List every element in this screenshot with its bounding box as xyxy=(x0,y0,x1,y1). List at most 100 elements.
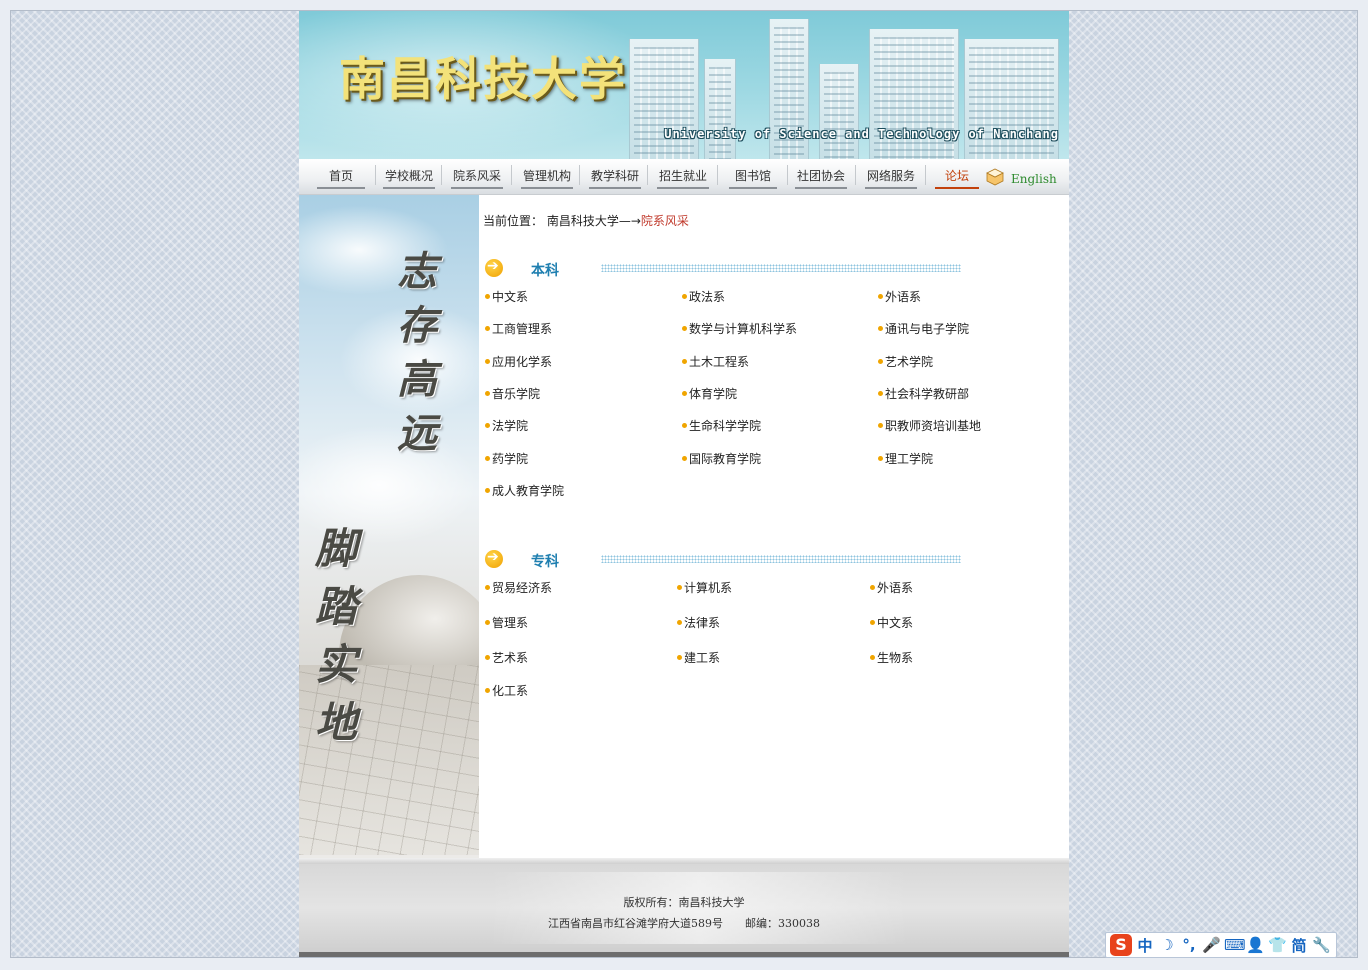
main-nav: 首页 学校概况 院系风采 管理机构 教学科研 招生就业 图书馆 社团协会 网络服… xyxy=(299,159,1069,195)
dept-link[interactable]: 外语系 xyxy=(870,579,913,596)
dept-label: 艺术系 xyxy=(492,651,529,665)
dept-link[interactable]: 法律系 xyxy=(677,614,720,631)
calligraphy-top: 志存高远 xyxy=(397,248,437,457)
dept-link[interactable]: 生命科学学院 xyxy=(682,417,761,434)
bullet-icon xyxy=(878,456,883,461)
dept-link[interactable]: 社会科学教研部 xyxy=(878,385,969,402)
breadcrumb-root[interactable]: 南昌科技大学 xyxy=(547,214,619,228)
dept-link[interactable]: 工商管理系 xyxy=(485,320,552,337)
chinese-mode-icon[interactable]: 中 xyxy=(1136,935,1154,956)
dept-label: 工商管理系 xyxy=(492,322,553,336)
section-header-college: 专科 xyxy=(483,548,963,570)
banner-building xyxy=(964,39,1059,159)
arrow-icon xyxy=(485,549,503,568)
moon-icon[interactable]: ☽ xyxy=(1158,936,1176,954)
address-text: 江西省南昌市红谷滩学府大道589号 邮编：330038 xyxy=(548,917,820,930)
nav-divider xyxy=(717,165,718,185)
nav-teaching-research[interactable]: 教学科研 xyxy=(589,167,641,189)
dept-link[interactable]: 体育学院 xyxy=(682,385,737,402)
nav-divider xyxy=(855,165,856,185)
dept-label: 法学院 xyxy=(492,419,529,433)
dept-link[interactable]: 政法系 xyxy=(682,288,725,305)
bullet-icon xyxy=(485,359,490,364)
dept-link[interactable]: 贸易经济系 xyxy=(485,579,552,596)
sogou-logo-icon[interactable]: S xyxy=(1110,934,1132,956)
punctuation-icon[interactable]: °, xyxy=(1180,936,1198,954)
bullet-icon xyxy=(485,326,490,331)
section-header-undergrad: 本科 xyxy=(483,257,963,279)
dept-label: 应用化学系 xyxy=(492,355,553,369)
dept-label: 艺术学院 xyxy=(885,355,934,369)
bullet-icon xyxy=(878,294,883,299)
dept-link[interactable]: 成人教育学院 xyxy=(485,482,564,499)
dept-label: 生物系 xyxy=(877,651,914,665)
english-link[interactable]: English xyxy=(1011,172,1057,186)
breadcrumb-arrow: —→ xyxy=(618,214,641,228)
dept-label: 外语系 xyxy=(877,581,914,595)
dept-label: 中文系 xyxy=(492,290,529,304)
dept-link[interactable]: 应用化学系 xyxy=(485,353,552,370)
nav-network-services[interactable]: 网络服务 xyxy=(865,167,917,189)
nav-departments[interactable]: 院系风采 xyxy=(451,167,503,189)
dept-label: 音乐学院 xyxy=(492,387,541,401)
nav-library[interactable]: 图书馆 xyxy=(729,167,777,189)
nav-home[interactable]: 首页 xyxy=(317,167,365,189)
ime-toolbar: S 中 ☽ °, 🎤 ⌨ 👤 👕 简 🔧 xyxy=(1105,932,1337,958)
nav-forum[interactable]: 论坛 xyxy=(935,167,979,189)
dept-link[interactable]: 土木工程系 xyxy=(682,353,749,370)
simplified-mode-icon[interactable]: 简 xyxy=(1290,935,1308,956)
nav-about[interactable]: 学校概况 xyxy=(383,167,435,189)
dept-link[interactable]: 外语系 xyxy=(878,288,921,305)
footer-bottom-bar xyxy=(299,952,1069,957)
bullet-icon xyxy=(682,423,687,428)
bullet-icon xyxy=(682,391,687,396)
dept-label: 药学院 xyxy=(492,452,529,466)
bullet-icon xyxy=(870,620,875,625)
dept-link[interactable]: 中文系 xyxy=(485,288,528,305)
breadcrumb-label: 当前位置： xyxy=(483,214,544,228)
dept-label: 通讯与电子学院 xyxy=(885,322,970,336)
dept-link[interactable]: 通讯与电子学院 xyxy=(878,320,969,337)
dept-link[interactable]: 生物系 xyxy=(870,649,913,666)
skin-icon[interactable]: 👕 xyxy=(1268,936,1287,954)
bullet-icon xyxy=(485,391,490,396)
dept-link[interactable]: 音乐学院 xyxy=(485,385,540,402)
dept-link[interactable]: 国际教育学院 xyxy=(682,450,761,467)
dept-link[interactable]: 计算机系 xyxy=(677,579,732,596)
dept-link[interactable]: 数学与计算机科学系 xyxy=(682,320,797,337)
dept-link[interactable]: 化工系 xyxy=(485,682,528,699)
section-title-undergrad: 本科 xyxy=(531,263,559,279)
bullet-icon xyxy=(682,359,687,364)
bullet-icon xyxy=(878,391,883,396)
user-icon[interactable]: 👤 xyxy=(1246,936,1265,954)
dept-label: 体育学院 xyxy=(689,387,738,401)
dept-link[interactable]: 建工系 xyxy=(677,649,720,666)
dept-link[interactable]: 艺术学院 xyxy=(878,353,933,370)
nav-admissions[interactable]: 招生就业 xyxy=(657,167,709,189)
bullet-icon xyxy=(870,655,875,660)
nav-administration[interactable]: 管理机构 xyxy=(521,167,573,189)
bullet-icon xyxy=(677,620,682,625)
banner-building xyxy=(704,59,736,159)
dept-link[interactable]: 理工学院 xyxy=(878,450,933,467)
dotted-divider xyxy=(601,555,961,563)
section-title-college: 专科 xyxy=(531,554,559,570)
bullet-icon xyxy=(677,655,682,660)
nav-clubs[interactable]: 社团协会 xyxy=(795,167,847,189)
microphone-icon[interactable]: 🎤 xyxy=(1202,936,1221,954)
wrench-icon[interactable]: 🔧 xyxy=(1312,936,1331,954)
dept-link[interactable]: 中文系 xyxy=(870,614,913,631)
dept-link[interactable]: 艺术系 xyxy=(485,649,528,666)
dept-link[interactable]: 职教师资培训基地 xyxy=(878,417,981,434)
breadcrumb-current[interactable]: 院系风采 xyxy=(641,214,689,228)
dept-label: 理工学院 xyxy=(885,452,934,466)
dept-link[interactable]: 法学院 xyxy=(485,417,528,434)
dept-link[interactable]: 管理系 xyxy=(485,614,528,631)
bullet-icon xyxy=(878,326,883,331)
nav-divider xyxy=(511,165,512,185)
copyright-text: 版权所有：南昌科技大学 xyxy=(623,896,745,909)
keyboard-icon[interactable]: ⌨ xyxy=(1224,936,1246,954)
dept-link[interactable]: 药学院 xyxy=(485,450,528,467)
bullet-icon xyxy=(485,456,490,461)
dotted-divider xyxy=(601,264,961,272)
